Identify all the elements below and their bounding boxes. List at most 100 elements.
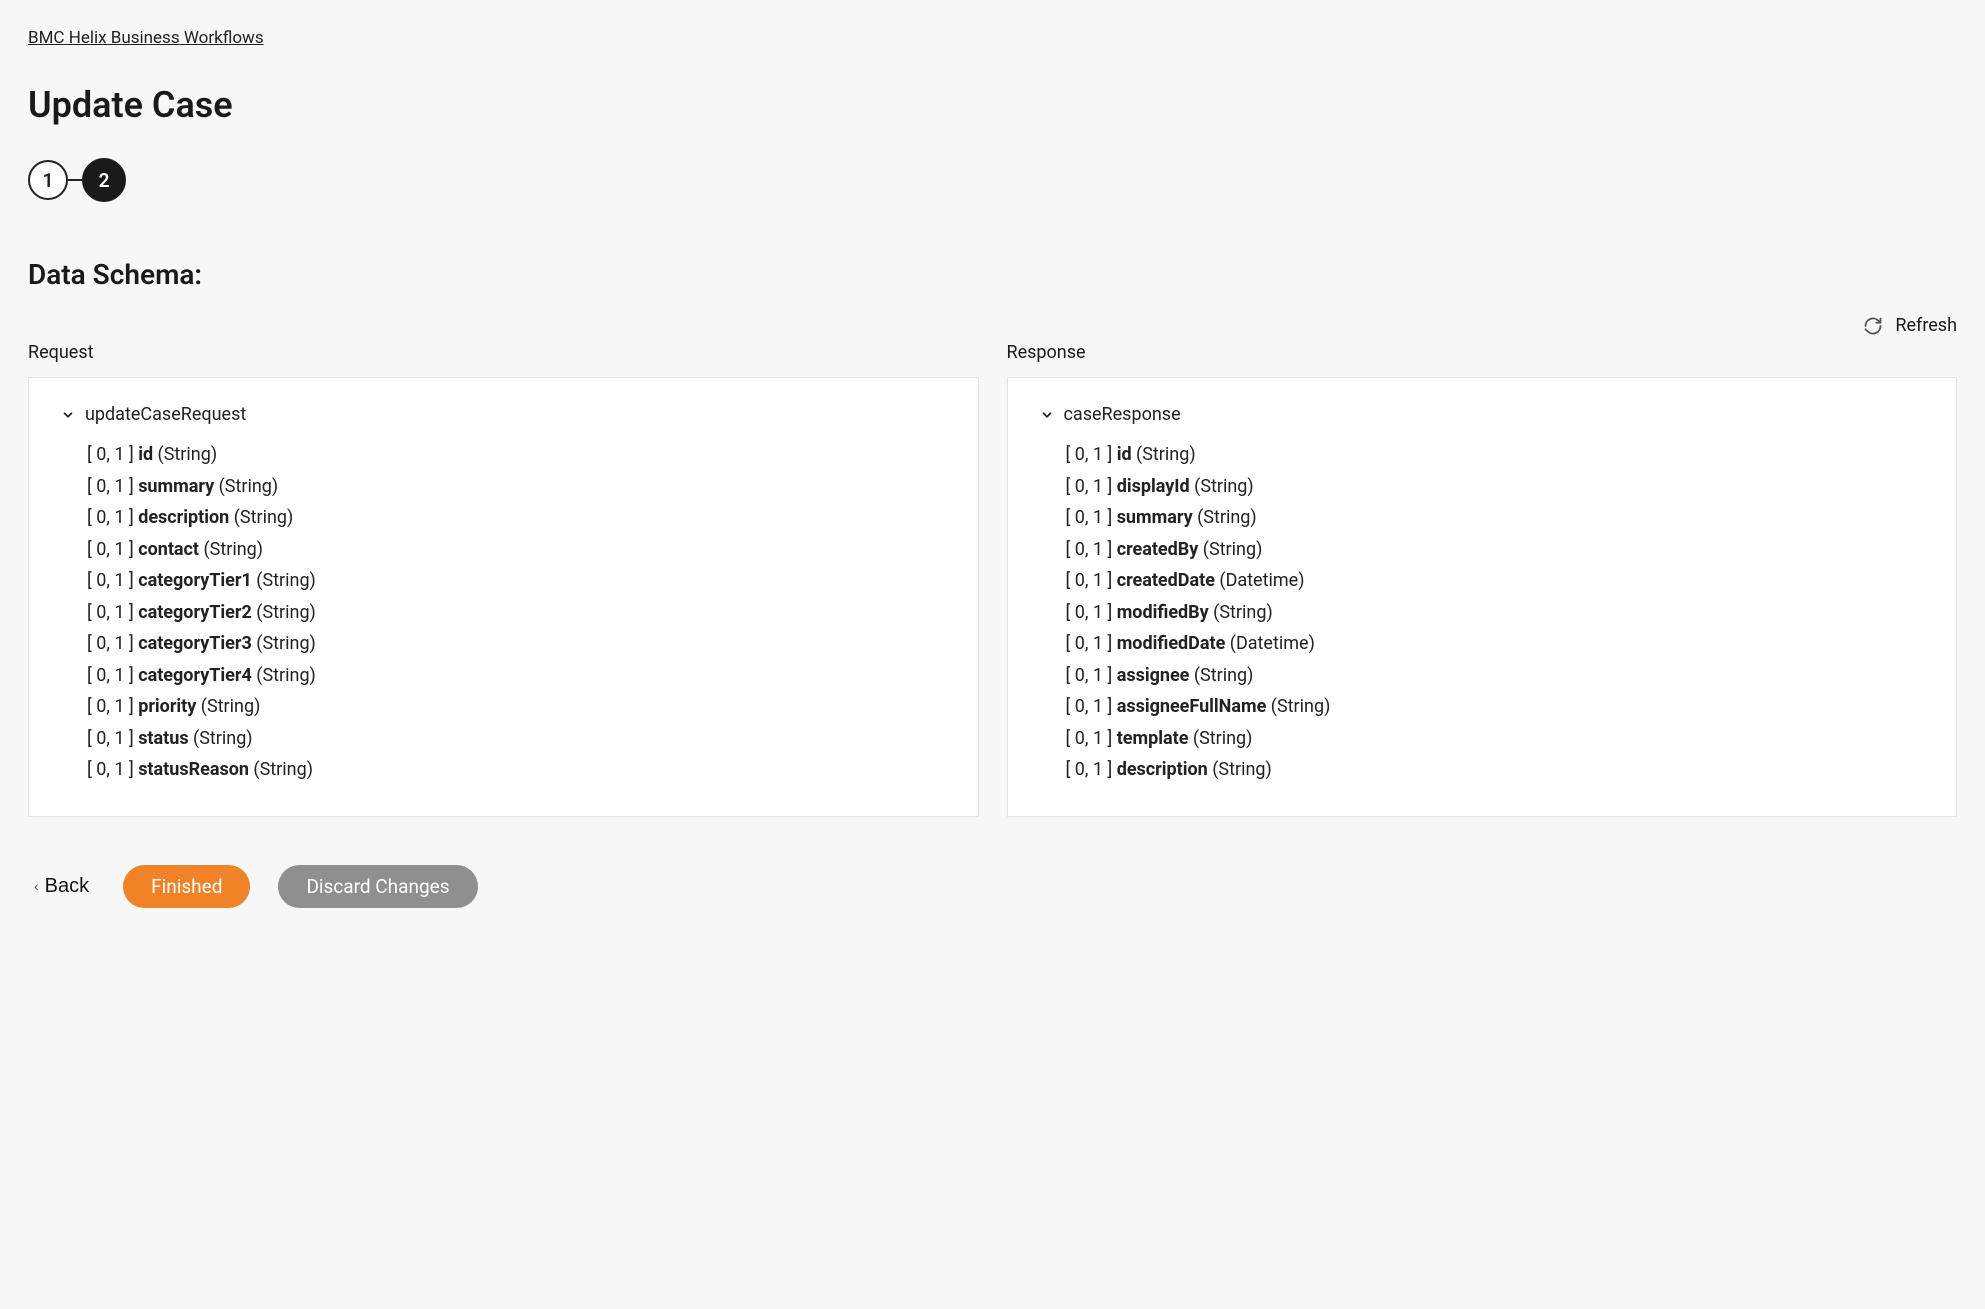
stepper-step-1[interactable]: 1 [28, 160, 68, 200]
field-type: (String) [1198, 539, 1262, 560]
field-cardinality: [ 0, 1 ] [87, 539, 138, 560]
field-name: categoryTier3 [138, 633, 252, 654]
field-type: (String) [252, 570, 316, 591]
request-root-toggle[interactable]: updateCaseRequest [61, 404, 946, 425]
field-cardinality: [ 0, 1 ] [1066, 665, 1117, 686]
field-name: assignee [1117, 665, 1190, 686]
field-name: modifiedDate [1117, 633, 1226, 654]
field-name: template [1117, 728, 1189, 749]
field-type: (Datetime) [1215, 570, 1305, 591]
field-name: statusReason [138, 759, 249, 780]
field-type: (String) [1189, 665, 1253, 686]
field-name: displayId [1117, 476, 1190, 497]
field-type: (Datetime) [1225, 633, 1315, 654]
response-fields-list: [ 0, 1 ] id (String)[ 0, 1 ] displayId (… [1040, 439, 1925, 786]
field-cardinality: [ 0, 1 ] [87, 570, 138, 591]
response-root-toggle[interactable]: caseResponse [1040, 404, 1925, 425]
refresh-button[interactable]: Refresh [28, 315, 1957, 336]
field-cardinality: [ 0, 1 ] [87, 476, 138, 497]
field-name: description [1117, 759, 1208, 780]
schema-field-row: [ 0, 1 ] description (String) [87, 502, 946, 534]
field-name: categoryTier2 [138, 602, 252, 623]
field-name: categoryTier4 [138, 665, 252, 686]
response-heading: Response [1007, 342, 1958, 363]
field-cardinality: [ 0, 1 ] [1066, 602, 1117, 623]
back-button[interactable]: ‹ Back [28, 875, 95, 898]
field-type: (String) [214, 476, 278, 497]
chevron-down-icon [61, 408, 75, 422]
field-cardinality: [ 0, 1 ] [1066, 759, 1117, 780]
page-title: Update Case [28, 84, 1957, 126]
schema-field-row: [ 0, 1 ] statusReason (String) [87, 754, 946, 786]
breadcrumb-link[interactable]: BMC Helix Business Workflows [28, 28, 264, 48]
discard-button[interactable]: Discard Changes [278, 865, 477, 908]
field-cardinality: [ 0, 1 ] [87, 759, 138, 780]
field-cardinality: [ 0, 1 ] [1066, 476, 1117, 497]
field-name: categoryTier1 [138, 570, 252, 591]
refresh-icon [1863, 316, 1883, 336]
field-type: (String) [1190, 476, 1254, 497]
stepper: 1 2 [28, 158, 1957, 202]
field-type: (String) [1193, 507, 1257, 528]
field-cardinality: [ 0, 1 ] [1066, 633, 1117, 654]
stepper-step-2[interactable]: 2 [82, 158, 126, 202]
schema-field-row: [ 0, 1 ] categoryTier2 (String) [87, 597, 946, 629]
field-cardinality: [ 0, 1 ] [87, 507, 138, 528]
schema-field-row: [ 0, 1 ] priority (String) [87, 691, 946, 723]
request-schema-card: updateCaseRequest [ 0, 1 ] id (String)[ … [28, 377, 979, 817]
request-heading: Request [28, 342, 979, 363]
schema-field-row: [ 0, 1 ] modifiedBy (String) [1066, 597, 1925, 629]
field-name: modifiedBy [1117, 602, 1209, 623]
field-cardinality: [ 0, 1 ] [1066, 570, 1117, 591]
field-type: (String) [1209, 602, 1273, 623]
chevron-down-icon [1040, 408, 1054, 422]
schema-field-row: [ 0, 1 ] createdBy (String) [1066, 534, 1925, 566]
request-root-name: updateCaseRequest [85, 404, 246, 425]
schema-field-row: [ 0, 1 ] categoryTier4 (String) [87, 660, 946, 692]
schema-field-row: [ 0, 1 ] displayId (String) [1066, 471, 1925, 503]
field-name: createdDate [1117, 570, 1215, 591]
response-root-name: caseResponse [1064, 404, 1181, 425]
field-cardinality: [ 0, 1 ] [1066, 696, 1117, 717]
schema-field-row: [ 0, 1 ] description (String) [1066, 754, 1925, 786]
finished-button[interactable]: Finished [123, 865, 250, 908]
field-type: (String) [1208, 759, 1272, 780]
schema-field-row: [ 0, 1 ] contact (String) [87, 534, 946, 566]
schema-columns: Request updateCaseRequest [ 0, 1 ] id (S… [28, 342, 1957, 817]
field-type: (String) [1188, 728, 1252, 749]
schema-field-row: [ 0, 1 ] assignee (String) [1066, 660, 1925, 692]
field-type: (String) [196, 696, 260, 717]
field-cardinality: [ 0, 1 ] [87, 665, 138, 686]
schema-field-row: [ 0, 1 ] assigneeFullName (String) [1066, 691, 1925, 723]
field-type: (String) [199, 539, 263, 560]
field-name: summary [138, 476, 214, 497]
field-name: id [1117, 444, 1132, 465]
field-name: priority [138, 696, 196, 717]
schema-field-row: [ 0, 1 ] status (String) [87, 723, 946, 755]
chevron-left-icon: ‹ [34, 878, 39, 894]
response-schema-card: caseResponse [ 0, 1 ] id (String)[ 0, 1 … [1007, 377, 1958, 817]
field-type: (String) [189, 728, 253, 749]
field-cardinality: [ 0, 1 ] [87, 444, 138, 465]
field-cardinality: [ 0, 1 ] [1066, 444, 1117, 465]
field-name: assigneeFullName [1117, 696, 1267, 717]
field-cardinality: [ 0, 1 ] [87, 728, 138, 749]
field-cardinality: [ 0, 1 ] [87, 633, 138, 654]
stepper-connector [68, 179, 82, 181]
field-name: description [138, 507, 229, 528]
field-type: (String) [249, 759, 313, 780]
response-column: Response caseResponse [ 0, 1 ] id (Strin… [1007, 342, 1958, 817]
schema-field-row: [ 0, 1 ] createdDate (Datetime) [1066, 565, 1925, 597]
schema-field-row: [ 0, 1 ] categoryTier3 (String) [87, 628, 946, 660]
request-column: Request updateCaseRequest [ 0, 1 ] id (S… [28, 342, 979, 817]
field-name: createdBy [1117, 539, 1199, 560]
schema-field-row: [ 0, 1 ] template (String) [1066, 723, 1925, 755]
field-cardinality: [ 0, 1 ] [1066, 507, 1117, 528]
field-type: (String) [252, 602, 316, 623]
field-name: contact [138, 539, 199, 560]
field-type: (String) [1266, 696, 1330, 717]
field-name: id [138, 444, 153, 465]
field-type: (String) [1132, 444, 1196, 465]
schema-field-row: [ 0, 1 ] id (String) [1066, 439, 1925, 471]
field-cardinality: [ 0, 1 ] [87, 696, 138, 717]
